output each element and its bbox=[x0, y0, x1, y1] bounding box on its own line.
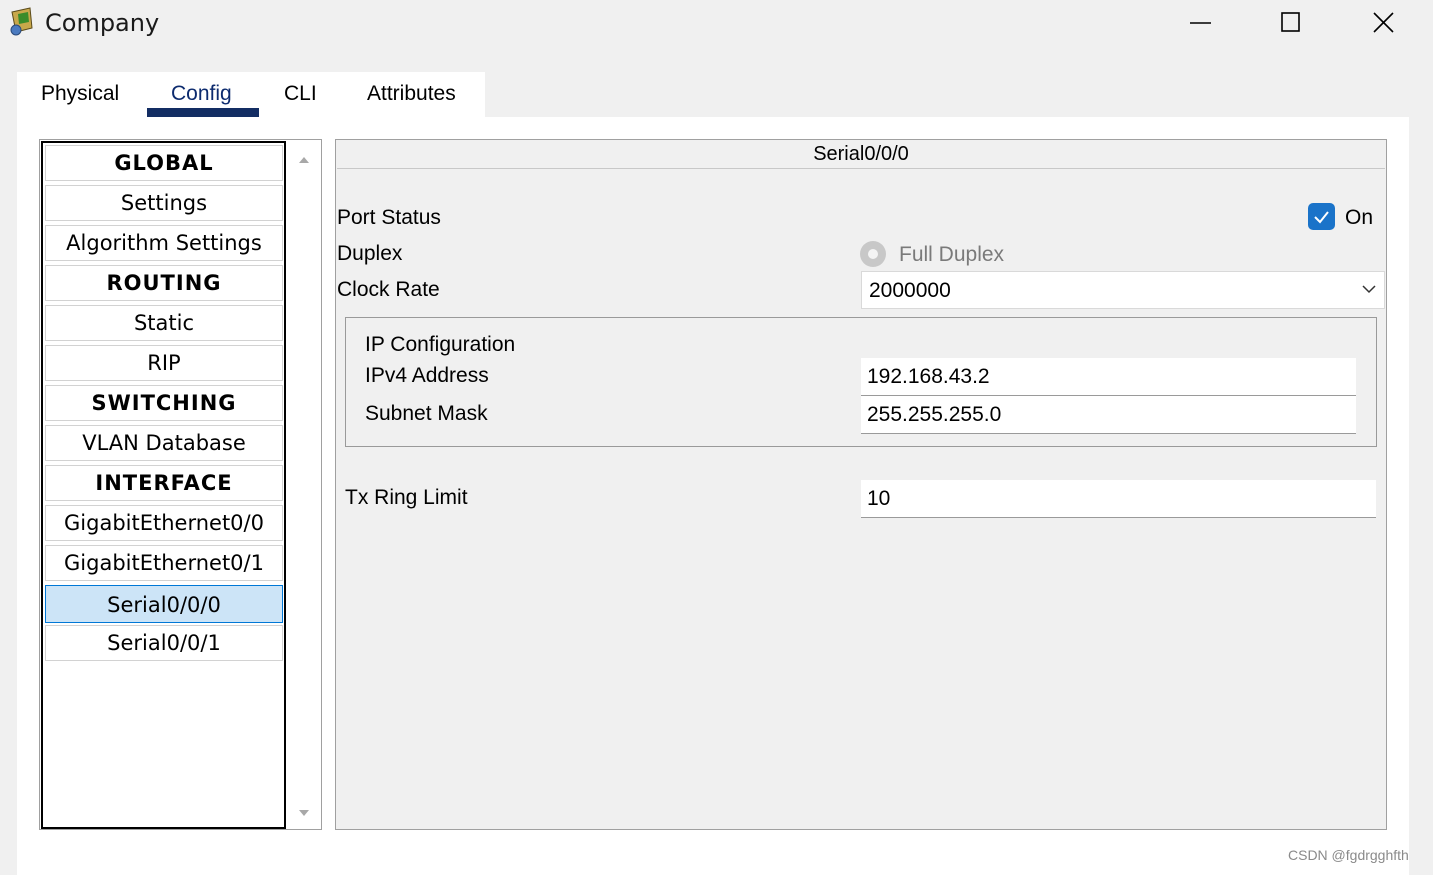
nav-item-vlan-database[interactable]: VLAN Database bbox=[45, 425, 283, 461]
nav-item-static[interactable]: Static bbox=[45, 305, 283, 341]
close-button[interactable] bbox=[1339, 0, 1429, 46]
maximize-icon bbox=[1281, 12, 1300, 32]
nav-item-settings[interactable]: Settings bbox=[45, 185, 283, 221]
ip-configuration-title: IP Configuration bbox=[365, 333, 516, 356]
active-tab-indicator bbox=[147, 108, 259, 117]
clock-rate-label: Clock Rate bbox=[337, 278, 440, 301]
nav-header-switching: SWITCHING bbox=[45, 385, 283, 421]
nav-header-routing: ROUTING bbox=[45, 265, 283, 301]
duplex-label: Duplex bbox=[337, 242, 403, 265]
minimize-button[interactable] bbox=[1156, 0, 1246, 46]
subnet-mask-input[interactable]: 255.255.255.0 bbox=[861, 396, 1356, 434]
ipv4-address-input[interactable]: 192.168.43.2 bbox=[861, 358, 1356, 396]
tx-ring-limit-input[interactable]: 10 bbox=[861, 480, 1376, 518]
ipv4-address-label: IPv4 Address bbox=[365, 364, 489, 387]
port-status-checkbox[interactable] bbox=[1308, 203, 1335, 230]
nav-header-interface: INTERFACE bbox=[45, 465, 283, 501]
nav-item-serial0-0-1[interactable]: Serial0/0/1 bbox=[45, 625, 283, 661]
nav-header-global: GLOBAL bbox=[45, 145, 283, 181]
maximize-button[interactable] bbox=[1246, 0, 1336, 46]
tab-config[interactable]: Config bbox=[171, 82, 232, 106]
minimize-icon bbox=[1190, 22, 1211, 24]
tx-ring-limit-label: Tx Ring Limit bbox=[345, 486, 468, 509]
port-status-on-label: On bbox=[1345, 206, 1374, 229]
window-title: Company bbox=[45, 9, 160, 37]
close-icon bbox=[1373, 12, 1394, 33]
full-duplex-label: Full Duplex bbox=[899, 243, 1005, 266]
tab-cli[interactable]: CLI bbox=[284, 82, 317, 106]
app-icon bbox=[8, 6, 40, 38]
scroll-up-arrow-icon[interactable] bbox=[296, 153, 312, 165]
check-icon bbox=[1314, 211, 1329, 224]
chevron-down-icon bbox=[1362, 285, 1376, 294]
nav-item-gigabitethernet0-0[interactable]: GigabitEthernet0/0 bbox=[45, 505, 283, 541]
interface-title: Serial0/0/0 bbox=[337, 141, 1385, 169]
subnet-mask-label: Subnet Mask bbox=[365, 402, 488, 425]
nav-item-algorithm-settings[interactable]: Algorithm Settings bbox=[45, 225, 283, 261]
tab-physical[interactable]: Physical bbox=[41, 82, 119, 106]
tab-attributes[interactable]: Attributes bbox=[367, 82, 456, 106]
clock-rate-value: 2000000 bbox=[869, 279, 951, 302]
nav-item-rip[interactable]: RIP bbox=[45, 345, 283, 381]
nav-item-gigabitethernet0-1[interactable]: GigabitEthernet0/1 bbox=[45, 545, 283, 581]
clock-rate-select[interactable]: 2000000 bbox=[861, 271, 1385, 309]
full-duplex-radio bbox=[860, 241, 886, 267]
watermark: CSDN @fgdrgghfth bbox=[1288, 847, 1409, 863]
nav-item-serial0-0-0[interactable]: Serial0/0/0 bbox=[45, 585, 283, 623]
scroll-down-arrow-icon[interactable] bbox=[296, 806, 312, 818]
port-status-label: Port Status bbox=[337, 206, 441, 229]
